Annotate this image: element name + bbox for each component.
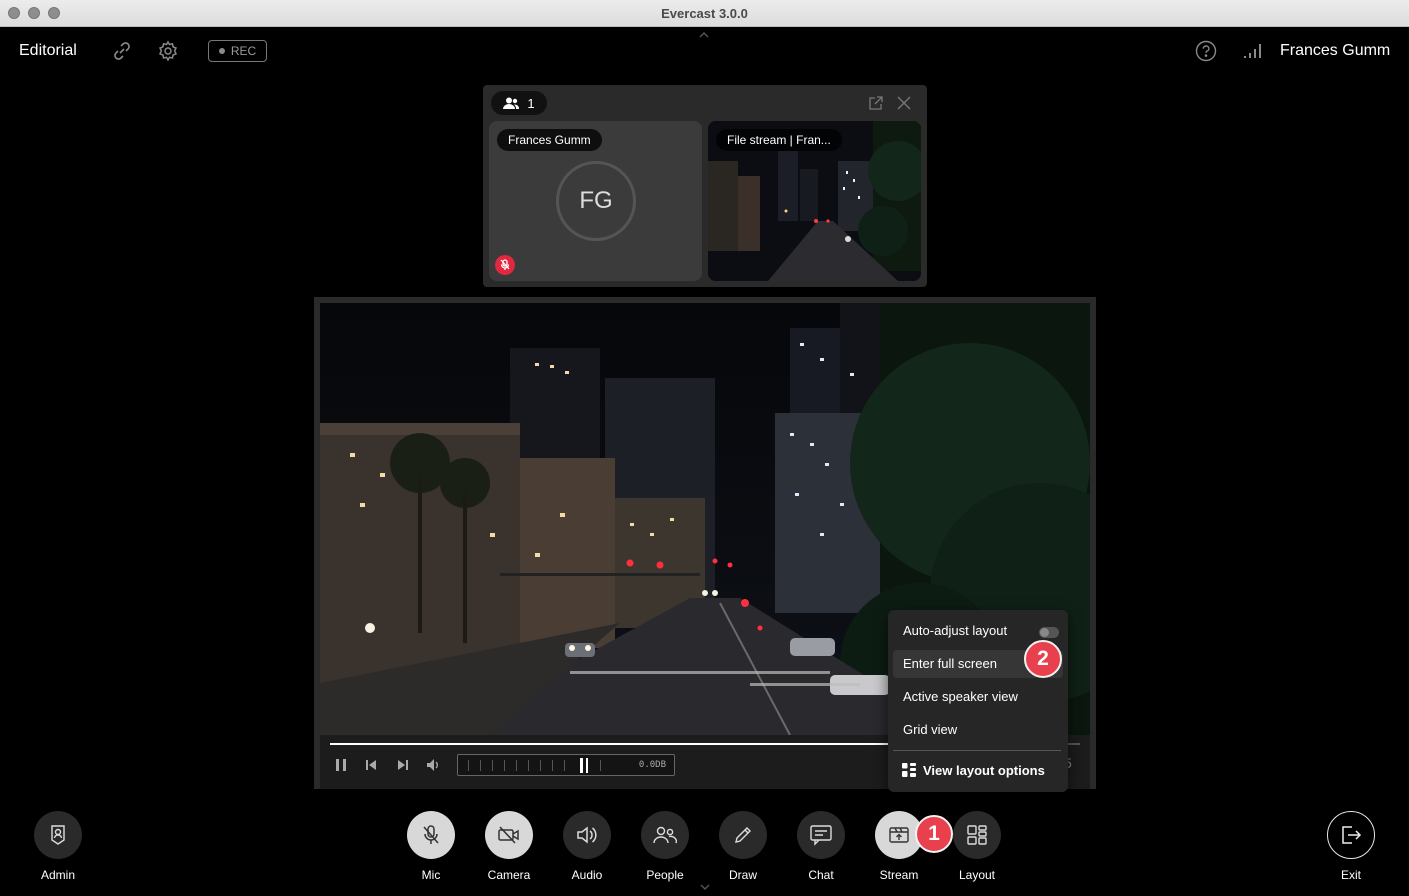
zoom-window-button[interactable] [48, 7, 60, 19]
audio-label: Audio [571, 868, 603, 882]
toolbar-exit[interactable]: Exit [1321, 811, 1381, 882]
toolbar-layout[interactable]: Layout [947, 811, 1007, 882]
pause-icon[interactable] [333, 757, 349, 773]
link-icon[interactable] [111, 40, 133, 62]
menu-divider [893, 750, 1061, 751]
draw-label: Draw [728, 868, 757, 882]
layout-grid-icon [967, 825, 987, 845]
admin-icon [51, 825, 65, 845]
auto-adjust-toggle[interactable] [1039, 627, 1059, 638]
step-back-icon[interactable] [363, 757, 379, 773]
people-icon [653, 826, 677, 844]
window-controls [8, 7, 60, 19]
menu-item-label: Auto-adjust layout [903, 623, 1008, 638]
window-titlebar: Evercast 3.0.0 [0, 0, 1409, 27]
mic-label: Mic [421, 868, 441, 882]
layout-button[interactable] [953, 811, 1001, 859]
toolbar-admin[interactable]: Admin [28, 811, 88, 882]
draw-button[interactable] [719, 811, 767, 859]
mic-button[interactable] [407, 811, 455, 859]
record-label: REC [230, 44, 257, 58]
participant-tile-file-stream[interactable]: File stream | Fran... [708, 121, 921, 281]
chat-icon [810, 825, 832, 846]
participant-name-label: Frances Gumm [497, 129, 602, 151]
toolbar-people[interactable]: People [635, 811, 695, 882]
close-window-button[interactable] [8, 7, 20, 19]
audio-button[interactable] [563, 811, 611, 859]
toolbar-draw[interactable]: Draw [713, 811, 773, 882]
exit-label: Exit [1340, 868, 1361, 882]
menu-item-label: Enter full screen [903, 656, 997, 671]
avatar: FG [556, 161, 636, 241]
toolbar-audio[interactable]: Audio [557, 811, 617, 882]
layout-label: Layout [958, 868, 996, 882]
audio-level-meter[interactable]: 0.0DB [457, 754, 675, 776]
toolbar-camera[interactable]: Camera [479, 811, 539, 882]
stream-icon [889, 827, 909, 843]
exit-button[interactable] [1327, 811, 1375, 859]
camera-off-icon [498, 826, 519, 844]
menu-item-label: Active speaker view [903, 689, 1018, 704]
people-button[interactable] [641, 811, 689, 859]
step-forward-icon[interactable] [395, 757, 411, 773]
stream-label: Stream [879, 868, 919, 882]
toolbar-mic[interactable]: Mic [401, 811, 461, 882]
admin-label: Admin [40, 868, 75, 882]
view-layout-options-label: View layout options [923, 762, 1045, 778]
close-icon[interactable] [896, 95, 912, 111]
admin-button[interactable] [34, 811, 82, 859]
help-icon[interactable] [1195, 40, 1217, 62]
db-readout: 0.0DB [638, 760, 666, 770]
people-icon [503, 97, 520, 109]
record-dot-icon [218, 48, 225, 54]
mic-muted-icon [495, 255, 515, 275]
gear-icon[interactable] [157, 40, 179, 62]
participant-count-badge[interactable]: 1 [491, 91, 547, 115]
participant-tile-local[interactable]: Frances Gumm FG [489, 121, 702, 281]
room-header: Editorial REC Frances Gumm [0, 27, 1409, 75]
menu-item-label: Grid view [903, 722, 958, 737]
record-button[interactable]: REC [208, 40, 267, 62]
view-layout-options-button[interactable]: View layout options [902, 760, 1045, 780]
camera-label: Camera [487, 868, 531, 882]
mic-off-icon [423, 825, 439, 844]
minimize-window-button[interactable] [28, 7, 40, 19]
people-label: People [646, 868, 684, 882]
timeline-progress [330, 743, 890, 745]
signal-icon [1244, 44, 1261, 58]
toolbar-chat[interactable]: Chat [791, 811, 851, 882]
menu-item-grid-view[interactable]: Grid view [893, 716, 1063, 744]
chat-button[interactable] [797, 811, 845, 859]
step-badge-2: 2 [1024, 640, 1062, 678]
room-name: Editorial [19, 42, 77, 59]
speaker-icon [577, 826, 597, 844]
participants-panel: 1 Frances Gumm FG File stream | Fran... [483, 85, 927, 287]
window-title: Evercast 3.0.0 [661, 5, 748, 21]
volume-icon[interactable] [425, 757, 441, 773]
step-badge-1: 1 [915, 815, 953, 853]
menu-item-active-speaker-view[interactable]: Active speaker view [893, 683, 1063, 711]
chat-label: Chat [808, 868, 834, 882]
exit-icon [1342, 826, 1362, 844]
camera-button[interactable] [485, 811, 533, 859]
grid-icon [902, 763, 916, 777]
user-name: Frances Gumm [1280, 42, 1391, 59]
participant-count: 1 [527, 95, 535, 111]
layout-menu: Auto-adjust layout Enter full screen Act… [888, 610, 1068, 792]
stream-name-label: File stream | Fran... [716, 129, 842, 151]
chevron-down-icon[interactable] [699, 883, 711, 891]
level-marker [580, 758, 583, 773]
popout-icon[interactable] [868, 95, 884, 111]
pencil-icon [735, 827, 751, 843]
chevron-up-icon[interactable] [697, 31, 711, 39]
